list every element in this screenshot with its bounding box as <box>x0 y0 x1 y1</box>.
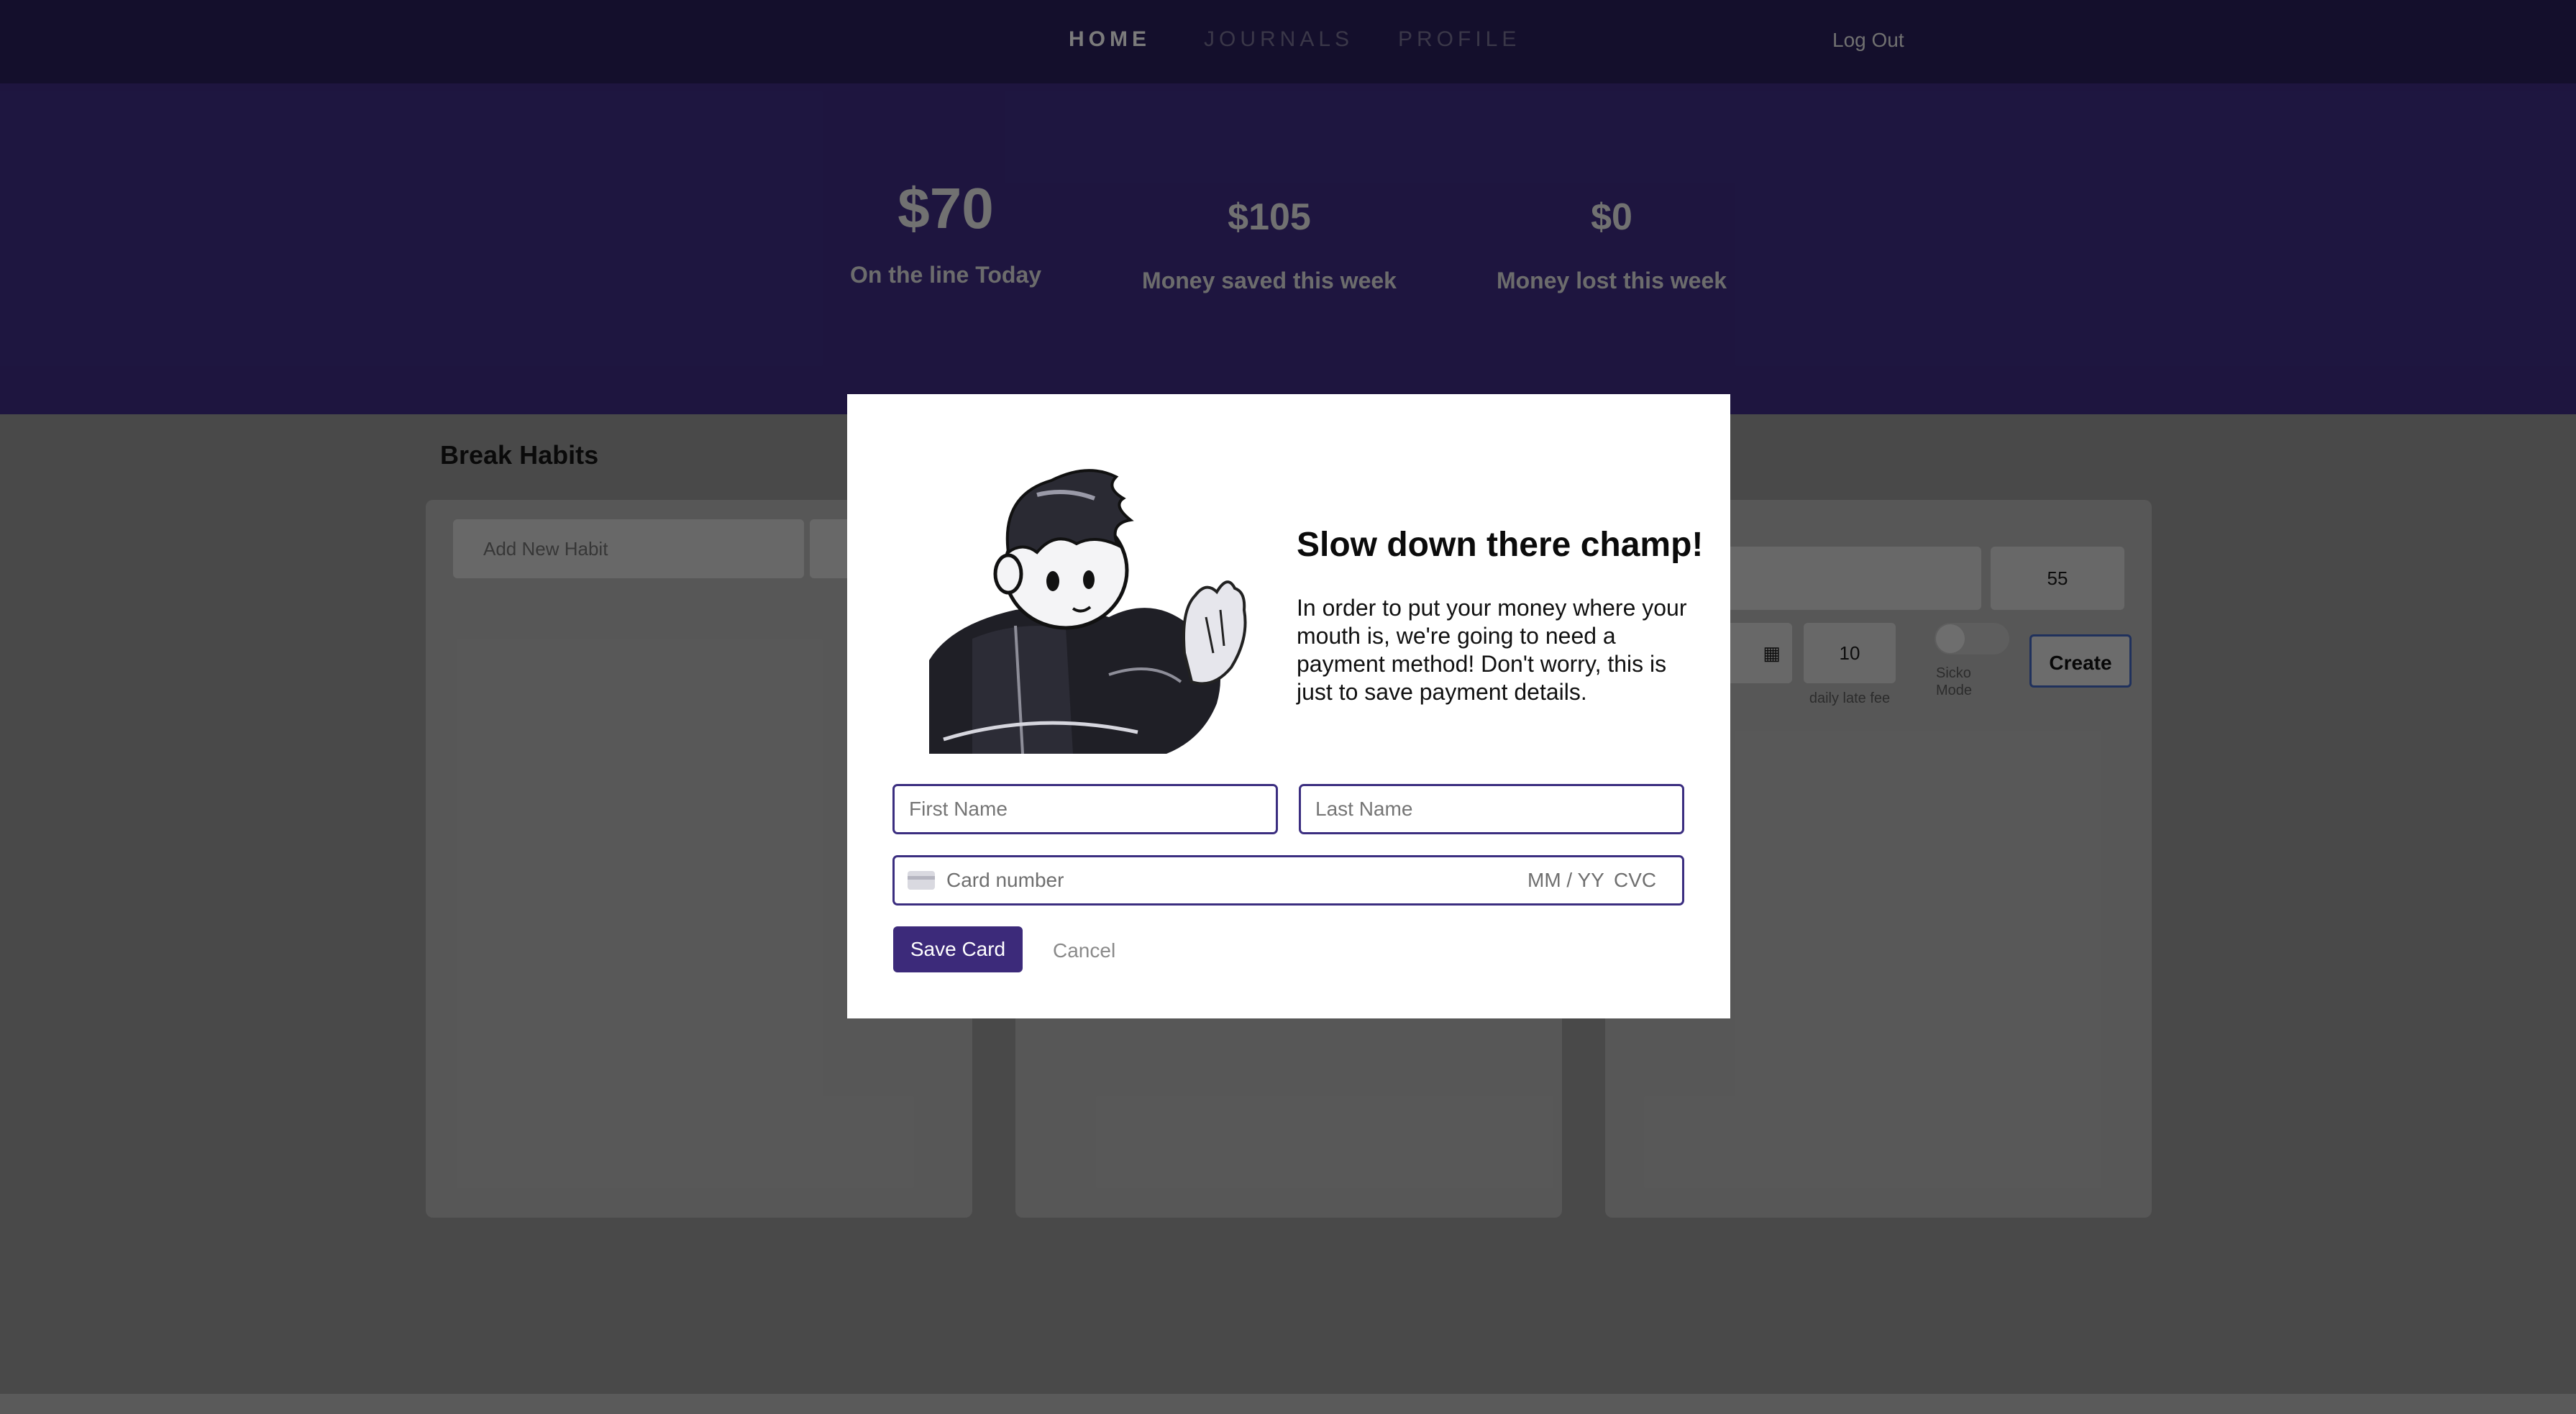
cvc-placeholder[interactable]: CVC <box>1614 869 1656 892</box>
save-card-button[interactable]: Save Card <box>893 926 1023 972</box>
modal-title: Slow down there champ! <box>1297 526 1704 564</box>
last-name-input[interactable]: Last Name <box>1299 784 1684 834</box>
cancel-button[interactable]: Cancel <box>1053 939 1115 962</box>
modal-body-text: In order to put your money where your mo… <box>1297 595 1687 705</box>
card-input[interactable]: Card number MM / YY CVC <box>892 855 1684 906</box>
first-name-placeholder: First Name <box>909 798 1008 820</box>
first-name-input[interactable]: First Name <box>892 784 1278 834</box>
mascot-illustration <box>929 469 1247 754</box>
card-number-placeholder: Card number <box>946 869 1064 891</box>
last-name-placeholder: Last Name <box>1315 798 1413 820</box>
expiry-placeholder[interactable]: MM / YY <box>1527 869 1604 892</box>
footer-strip <box>0 1394 2576 1414</box>
card-icon <box>908 871 935 890</box>
payment-modal: Slow down there champ! In order to put y… <box>847 394 1730 1018</box>
